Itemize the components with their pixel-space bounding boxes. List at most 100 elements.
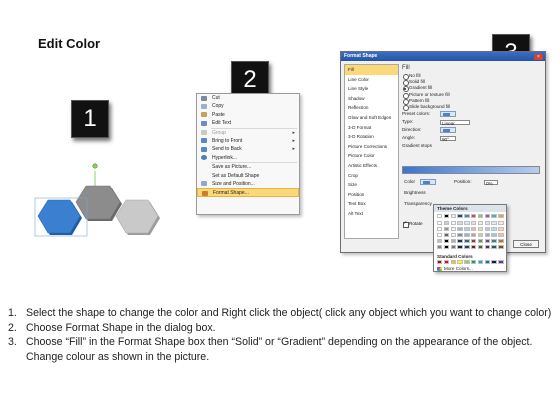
color-swatch[interactable] <box>498 233 504 238</box>
color-swatch[interactable] <box>457 260 463 265</box>
hexagon-blue[interactable] <box>37 199 82 235</box>
color-swatch[interactable] <box>498 227 504 232</box>
color-swatch[interactable] <box>484 260 490 265</box>
close-button[interactable]: Close <box>513 240 539 248</box>
color-swatch[interactable] <box>443 227 450 232</box>
color-swatch[interactable] <box>484 221 490 226</box>
menu-item-format-shape[interactable]: Format Shape... <box>197 188 299 197</box>
sidebar-item-glow[interactable]: Glow and Soft Edges <box>345 113 398 123</box>
color-swatch[interactable] <box>450 233 456 238</box>
color-swatch[interactable] <box>491 245 497 250</box>
color-swatch[interactable] <box>498 221 504 226</box>
color-swatch[interactable] <box>450 227 456 232</box>
color-swatch[interactable] <box>477 214 484 219</box>
color-swatch[interactable] <box>464 221 470 226</box>
menu-item-set-default-shape[interactable]: Set as Default Shape <box>197 172 299 180</box>
color-swatch[interactable] <box>471 227 477 232</box>
color-swatch[interactable] <box>464 245 470 250</box>
direction-button[interactable] <box>440 127 456 134</box>
color-swatch[interactable] <box>450 221 456 226</box>
sidebar-item-size[interactable]: Size <box>345 180 398 190</box>
color-swatch[interactable] <box>437 245 443 250</box>
color-swatch[interactable] <box>450 260 456 265</box>
sidebar-item-line-style[interactable]: Line Style <box>345 84 398 94</box>
sidebar-item-picture-color[interactable]: Picture Color <box>345 151 398 161</box>
rotate-checkbox[interactable]: Rotate <box>402 220 423 228</box>
preset-colors-button[interactable] <box>440 111 456 118</box>
sidebar-item-picture-corrections[interactable]: Picture Corrections <box>345 142 398 152</box>
menu-item-copy[interactable]: Copy <box>197 102 299 110</box>
menu-item-paste[interactable]: Paste <box>197 111 299 119</box>
color-swatch[interactable] <box>484 239 490 244</box>
color-button[interactable] <box>420 179 436 185</box>
menu-item-size-and-position[interactable]: Size and Position... <box>197 180 299 188</box>
color-swatch[interactable] <box>498 214 504 219</box>
color-swatch[interactable] <box>491 233 497 238</box>
angle-input[interactable]: 90° <box>440 135 456 141</box>
color-swatch[interactable] <box>464 239 470 244</box>
sidebar-item-shadow[interactable]: Shadow <box>345 94 398 104</box>
hexagon-shapes[interactable] <box>30 160 170 250</box>
color-swatch[interactable] <box>471 245 477 250</box>
color-swatch[interactable] <box>477 239 484 244</box>
color-swatch[interactable] <box>457 239 463 244</box>
type-select[interactable]: Linear <box>440 119 470 125</box>
menu-item-group[interactable]: Group ▸ <box>197 129 299 137</box>
color-swatch[interactable] <box>437 260 443 265</box>
color-swatch[interactable] <box>471 260 477 265</box>
color-swatch[interactable] <box>437 227 443 232</box>
sidebar-item-line-color[interactable]: Line Color <box>345 75 398 85</box>
sidebar-item-text-box[interactable]: Text Box <box>345 199 398 209</box>
more-colors-link[interactable]: More Colors... <box>444 266 473 271</box>
color-swatch[interactable] <box>471 233 477 238</box>
hexagon-dark-gray[interactable] <box>75 185 122 221</box>
color-swatch[interactable] <box>491 260 497 265</box>
color-swatch[interactable] <box>457 233 463 238</box>
rotation-handle[interactable] <box>92 163 98 169</box>
gradient-stops-bar[interactable] <box>402 166 540 174</box>
sidebar-item-3d-rotation[interactable]: 3-D Rotation <box>345 132 398 142</box>
color-swatch[interactable] <box>437 221 443 226</box>
color-swatch[interactable] <box>484 227 490 232</box>
color-swatch[interactable] <box>477 221 484 226</box>
color-swatch[interactable] <box>464 233 470 238</box>
color-swatch[interactable] <box>471 239 477 244</box>
sidebar-item-reflection[interactable]: Reflection <box>345 103 398 113</box>
color-swatch[interactable] <box>498 260 504 265</box>
hexagon-group[interactable] <box>30 160 170 250</box>
color-swatch[interactable] <box>450 239 456 244</box>
color-swatch[interactable] <box>464 227 470 232</box>
color-swatch[interactable] <box>491 227 497 232</box>
color-swatch[interactable] <box>443 233 450 238</box>
color-swatch[interactable] <box>450 245 456 250</box>
color-swatch[interactable] <box>477 227 484 232</box>
color-swatch[interactable] <box>471 221 477 226</box>
sidebar-item-fill[interactable]: Fill <box>345 65 398 75</box>
menu-item-send-to-back[interactable]: Send to Back ▸ <box>197 145 299 153</box>
sidebar-item-artistic-effects[interactable]: Artistic Effects <box>345 161 398 171</box>
color-swatch[interactable] <box>491 239 497 244</box>
menu-item-bring-to-front[interactable]: Bring to Front ▸ <box>197 137 299 145</box>
color-swatch[interactable] <box>477 233 484 238</box>
sidebar-item-3d-format[interactable]: 3-D Format <box>345 123 398 133</box>
color-swatch[interactable] <box>437 233 443 238</box>
color-swatch[interactable] <box>443 221 450 226</box>
color-swatch[interactable] <box>464 260 470 265</box>
menu-item-cut[interactable]: Cut <box>197 94 299 102</box>
color-swatch[interactable] <box>484 214 490 219</box>
sidebar-item-crop[interactable]: Crop <box>345 171 398 181</box>
color-swatch[interactable] <box>437 214 443 219</box>
color-swatch[interactable] <box>443 245 450 250</box>
color-swatch[interactable] <box>477 260 484 265</box>
color-swatch[interactable] <box>471 214 477 219</box>
color-swatch[interactable] <box>443 260 450 265</box>
menu-item-save-as-picture[interactable]: Save as Picture... <box>197 163 299 171</box>
close-icon[interactable]: × <box>534 53 543 60</box>
color-swatch[interactable] <box>450 214 456 219</box>
color-swatch[interactable] <box>443 239 450 244</box>
color-swatch[interactable] <box>477 245 484 250</box>
color-swatch[interactable] <box>457 245 463 250</box>
color-swatch[interactable] <box>457 214 463 219</box>
sidebar-item-alt-text[interactable]: Alt Text <box>345 209 398 219</box>
position-input[interactable]: 0% <box>484 179 498 185</box>
